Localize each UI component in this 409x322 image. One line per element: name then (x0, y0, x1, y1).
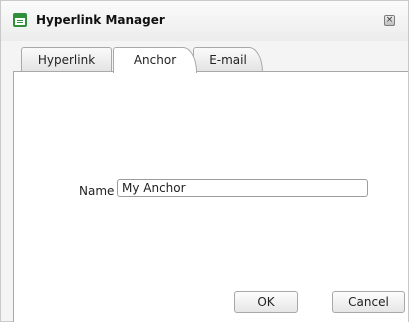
tab-anchor[interactable]: Anchor (113, 47, 197, 73)
tab-label: E-mail (209, 53, 247, 67)
ok-button[interactable]: OK (234, 291, 298, 313)
tab-email[interactable]: E-mail (193, 47, 263, 72)
tab-label: Hyperlink (37, 53, 96, 67)
anchor-name-input[interactable] (117, 179, 368, 197)
title-bar[interactable]: Hyperlink Manager × (1, 1, 408, 41)
dialog-window-icon (13, 13, 27, 27)
hyperlink-manager-dialog: Hyperlink Manager × Hyperlink Anchor E-m… (0, 0, 409, 322)
tab-hyperlink[interactable]: Hyperlink (21, 47, 112, 72)
cancel-button[interactable]: Cancel (332, 291, 405, 313)
close-icon[interactable]: × (384, 15, 395, 26)
anchor-panel: Name OK Cancel (13, 72, 408, 322)
dialog-title: Hyperlink Manager (36, 13, 165, 27)
name-label: Name (79, 184, 115, 198)
tab-bar: Hyperlink Anchor E-mail (13, 41, 408, 73)
tab-label: Anchor (133, 53, 177, 67)
